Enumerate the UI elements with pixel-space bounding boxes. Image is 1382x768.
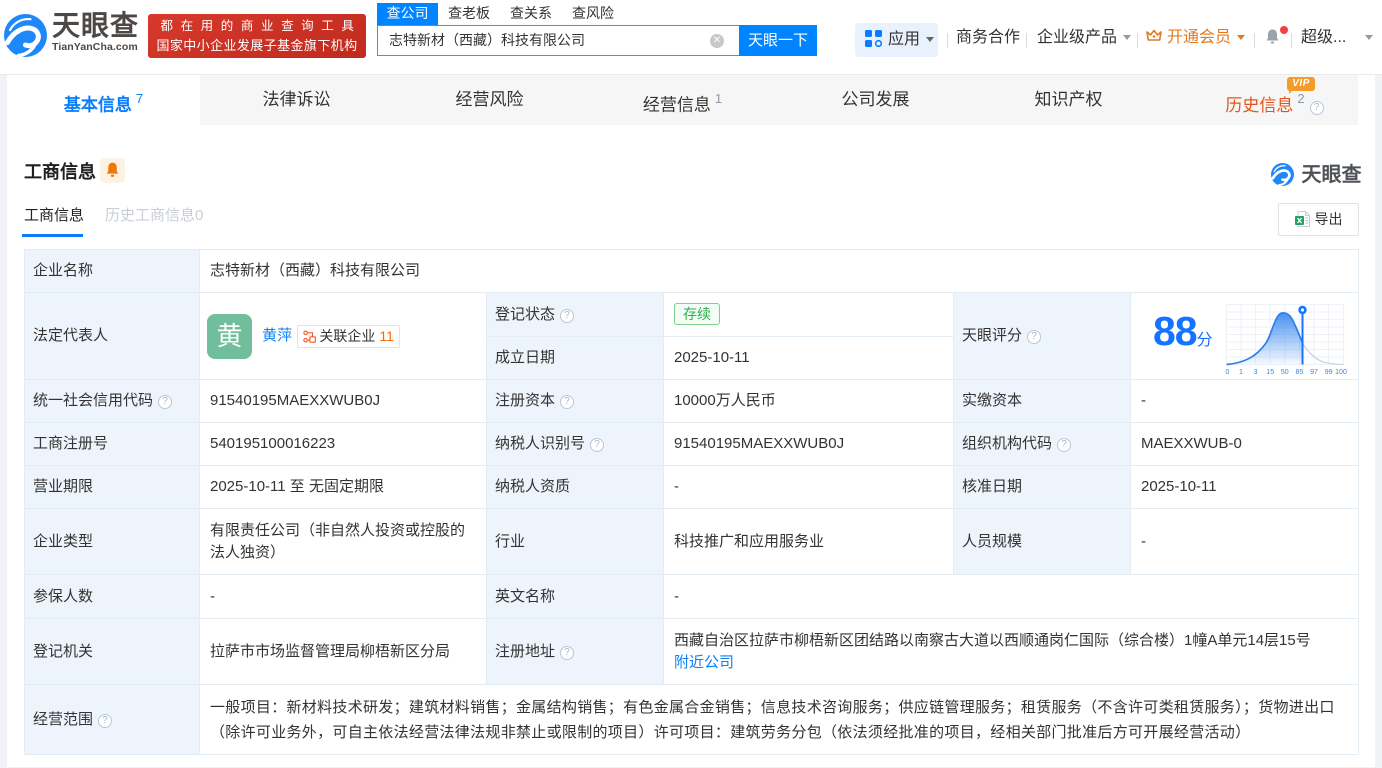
svg-text:85: 85 bbox=[1295, 369, 1303, 376]
svg-text:0: 0 bbox=[1225, 369, 1229, 376]
svg-text:100: 100 bbox=[1335, 369, 1347, 376]
svg-text:15: 15 bbox=[1266, 369, 1274, 376]
svg-text:50: 50 bbox=[1281, 369, 1289, 376]
svg-text:99: 99 bbox=[1324, 369, 1332, 376]
svg-text:3: 3 bbox=[1253, 369, 1257, 376]
svg-text:1: 1 bbox=[1239, 369, 1243, 376]
svg-text:97: 97 bbox=[1310, 369, 1318, 376]
